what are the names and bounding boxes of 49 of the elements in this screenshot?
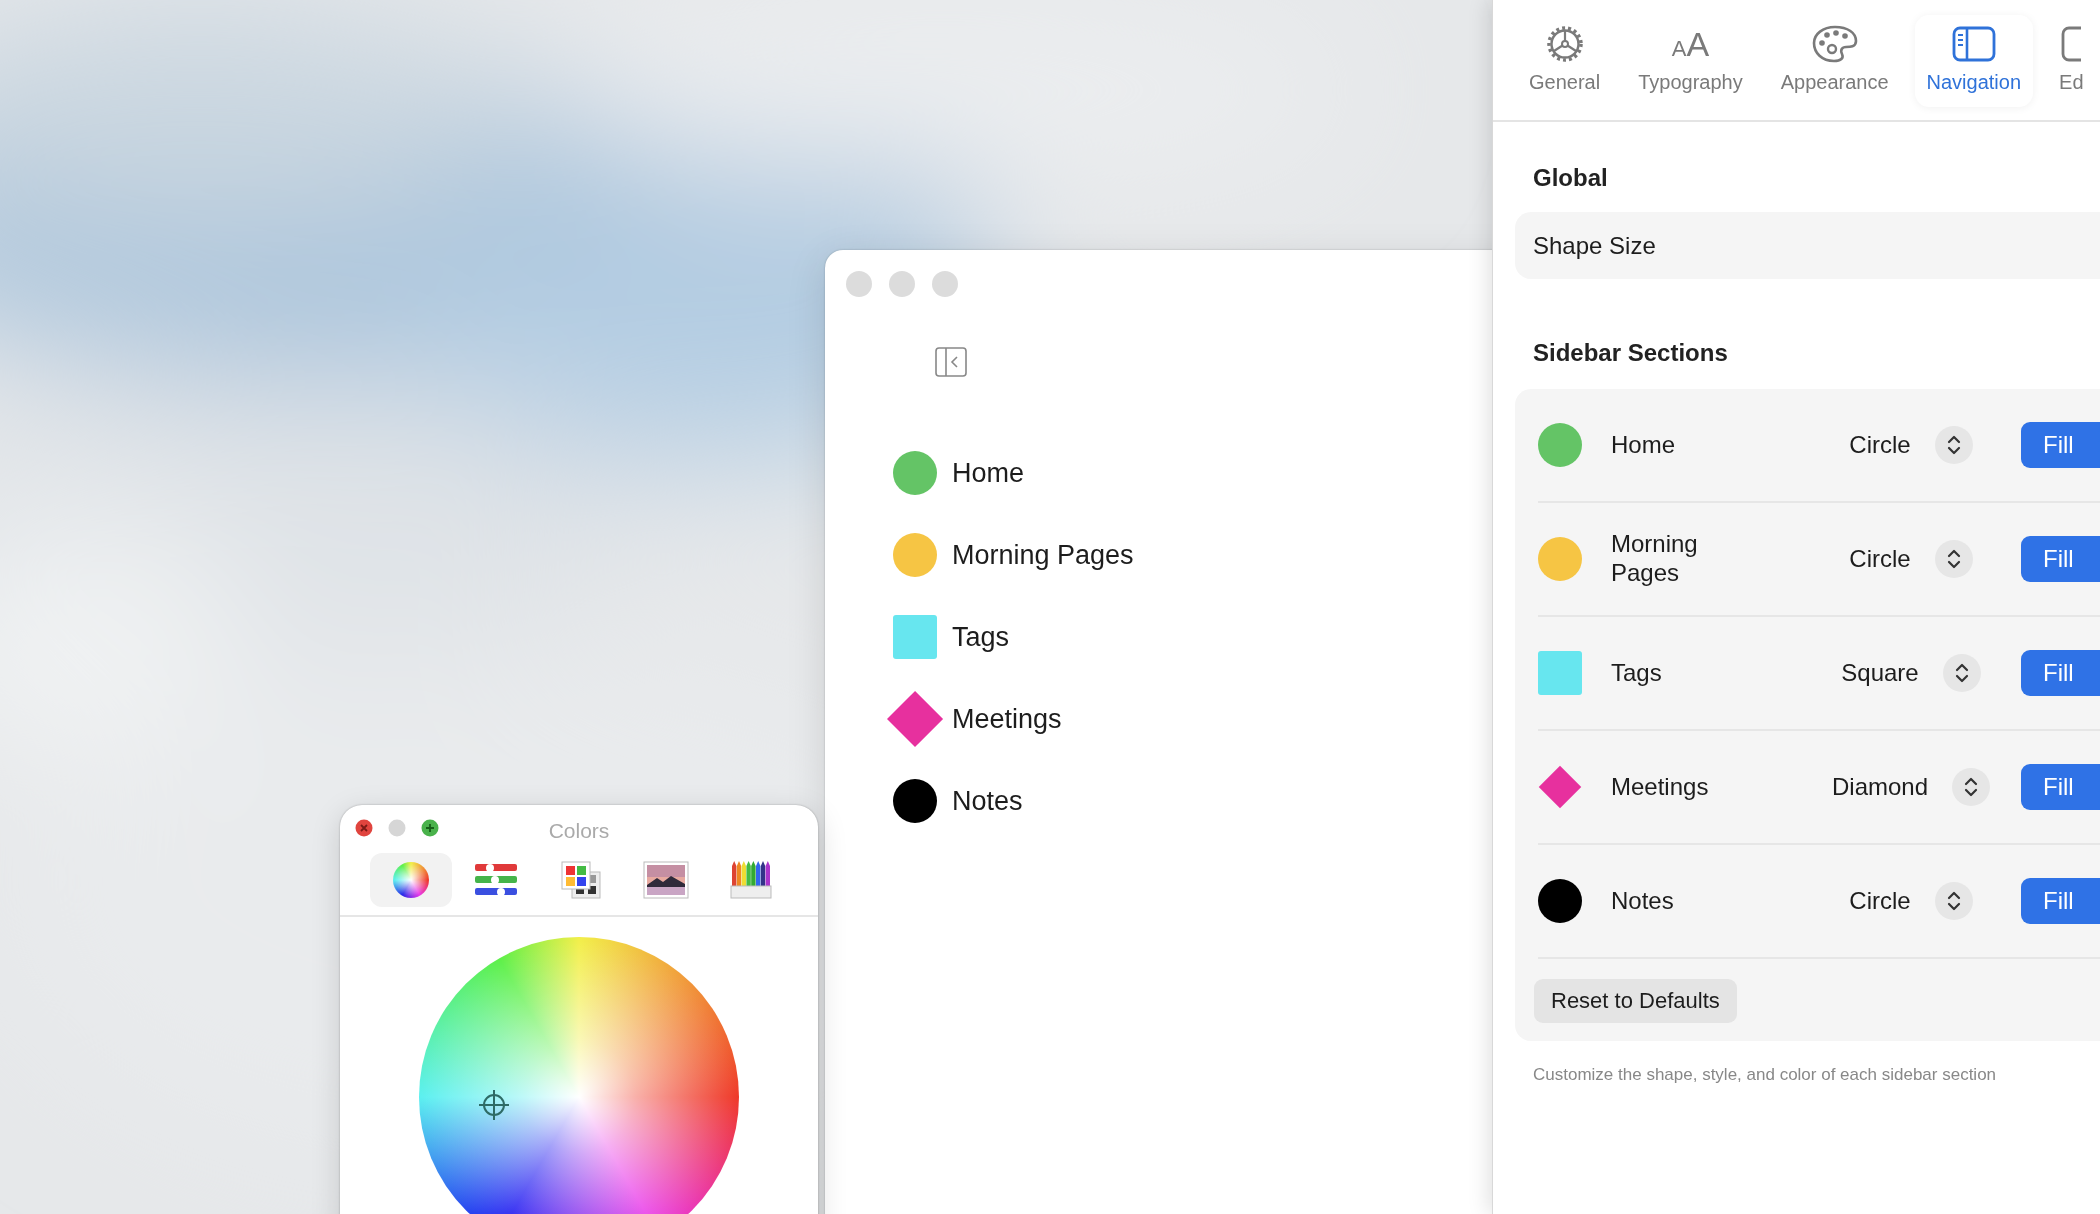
swatches-icon: [559, 860, 602, 900]
zoom-button[interactable]: [421, 819, 439, 837]
section-name: Morning Pages: [1611, 530, 1699, 588]
sidebar-icon: [1951, 26, 1996, 62]
settings-tab[interactable]: Ed: [2047, 15, 2096, 107]
sidebar-toggle-icon[interactable]: [935, 347, 967, 377]
color-wheel-icon: [392, 862, 429, 898]
fill-button[interactable]: Fill: [2021, 536, 2100, 582]
shape-popup[interactable]: Circle: [1849, 545, 1911, 573]
sidebar-item[interactable]: Morning Pages: [952, 539, 1134, 571]
pencils-icon: [730, 860, 773, 900]
sidebar-item[interactable]: Home: [952, 457, 1025, 489]
close-button[interactable]: [355, 819, 373, 837]
fill-button[interactable]: Fill: [2021, 878, 2100, 924]
stepper-icon[interactable]: [1934, 882, 1973, 920]
section-name: Notes: [1611, 886, 1675, 916]
sliders-icon: [473, 862, 518, 898]
typography-icon: AA: [1671, 27, 1710, 61]
panel-title: Colors: [548, 819, 610, 843]
shape-popup[interactable]: Diamond: [1831, 773, 1928, 801]
image-icon: [643, 861, 690, 899]
settings-tab[interactable]: Navigation: [1914, 15, 2034, 107]
settings-tab[interactable]: AA Typography: [1626, 15, 1755, 107]
stepper-icon[interactable]: [1934, 540, 1973, 578]
crosshair-icon[interactable]: [479, 1090, 509, 1120]
fill-button[interactable]: Fill: [2021, 764, 2100, 810]
stepper-icon[interactable]: [1942, 654, 1981, 692]
setting-label: Shape Size: [1533, 231, 1656, 260]
sidebar-item[interactable]: Notes: [952, 785, 1023, 817]
editor-icon: [2061, 26, 2082, 62]
section-name: Tags: [1611, 658, 1663, 688]
section-heading: Sidebar Sections: [1532, 338, 1729, 368]
shape-popup[interactable]: Circle: [1849, 431, 1911, 459]
settings-tab[interactable]: General: [1517, 15, 1613, 107]
settings-tab[interactable]: Appearance: [1768, 15, 1901, 107]
section-name: Meetings: [1611, 772, 1710, 802]
reset-button[interactable]: Reset to Defaults: [1534, 979, 1737, 1023]
section-heading: Global: [1532, 163, 1609, 193]
shape-popup[interactable]: Square: [1841, 659, 1919, 687]
sidebar-item[interactable]: Tags: [952, 621, 1010, 653]
stepper-icon[interactable]: [1952, 768, 1990, 806]
stepper-icon[interactable]: [1934, 426, 1973, 464]
fill-button[interactable]: Fill: [2021, 422, 2100, 468]
shape-popup[interactable]: Circle: [1849, 887, 1911, 915]
palette-icon: [1811, 25, 1858, 63]
fill-button[interactable]: Fill: [2021, 650, 2100, 696]
section-name: Home: [1611, 430, 1677, 460]
footnote-text: Customize the shape, style, and color of each sidebar section: [1532, 1064, 1998, 1085]
sidebar-item[interactable]: Meetings: [952, 703, 1062, 735]
